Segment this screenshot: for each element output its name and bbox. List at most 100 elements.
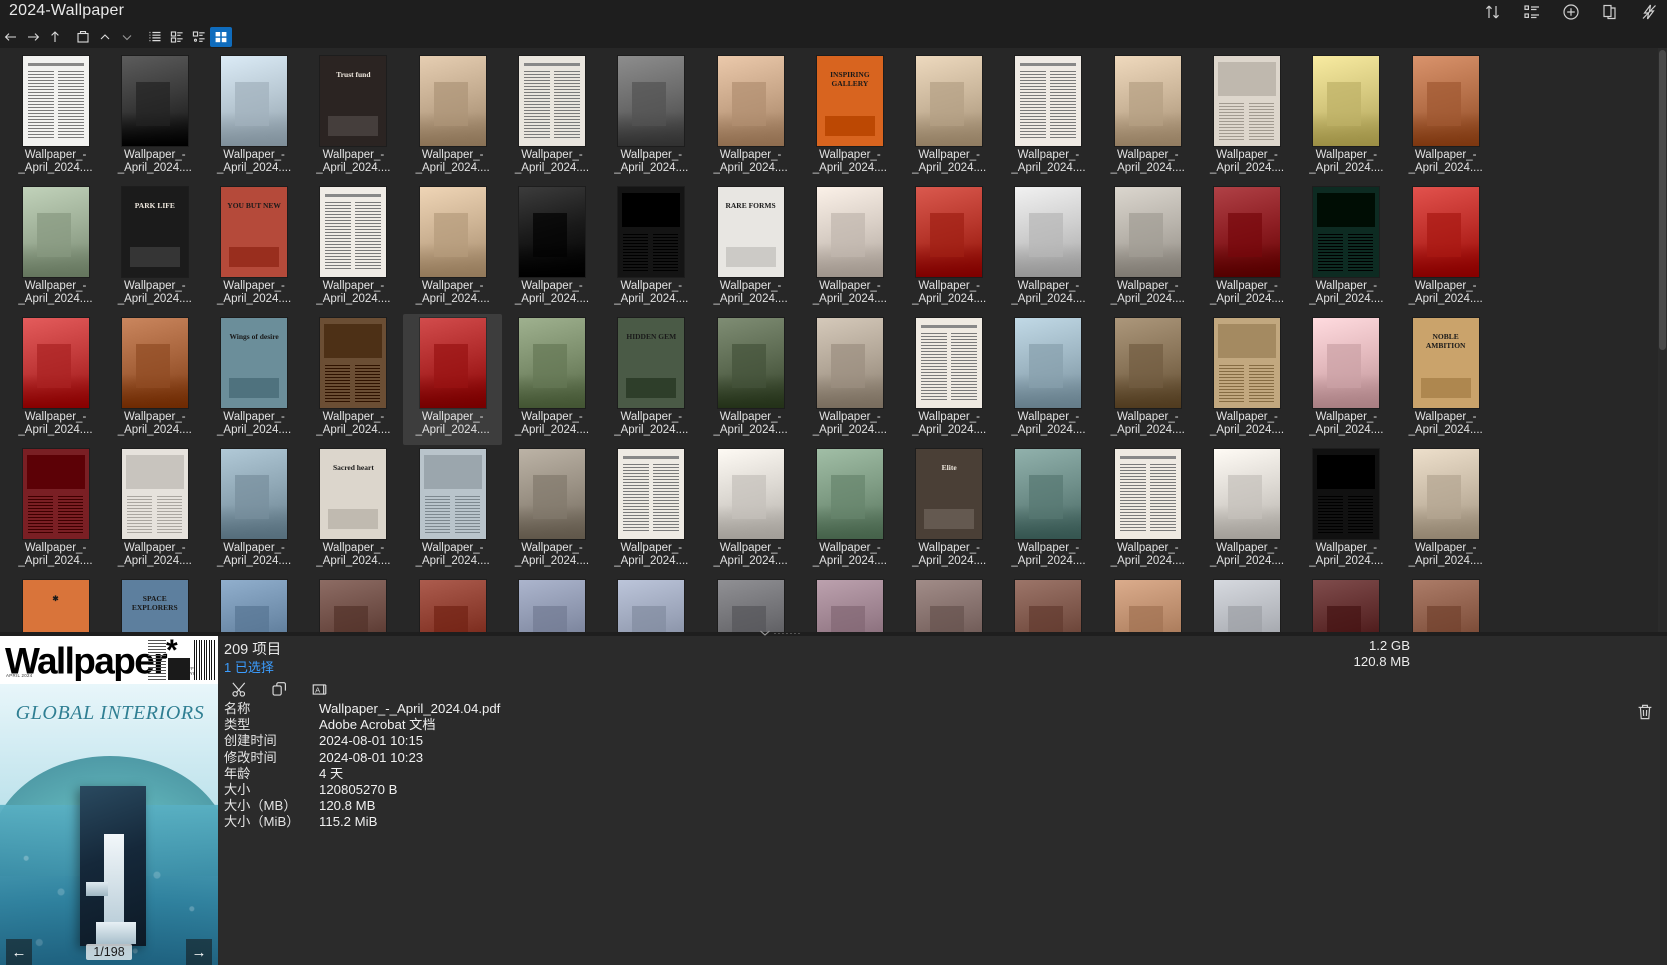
file-item[interactable]: Wallpaper_-_April_2024.... (105, 445, 204, 576)
file-item[interactable]: Wallpaper_-_April_2024.... (1297, 183, 1396, 314)
grid-scrollbar[interactable] (1658, 48, 1667, 632)
file-thumbnail[interactable] (1413, 56, 1479, 146)
file-item[interactable]: Wallpaper_-_April_2024.... (1396, 183, 1495, 314)
file-thumbnail[interactable] (1413, 449, 1479, 539)
file-thumbnail[interactable] (23, 56, 89, 146)
file-thumbnail[interactable] (1015, 56, 1081, 146)
file-thumbnail[interactable] (221, 56, 287, 146)
file-item[interactable]: Wallpaper_-_April_2024.... (1396, 445, 1495, 576)
file-thumbnail[interactable] (1313, 318, 1379, 408)
file-item[interactable]: PARK LIFEWallpaper_-_April_2024.... (105, 183, 204, 314)
file-thumbnail[interactable] (1115, 580, 1181, 632)
grid-scrollbar-thumb[interactable] (1659, 50, 1666, 350)
open-folder-button[interactable] (72, 27, 94, 47)
file-item[interactable]: HIDDEN GEMWallpaper_-_April_2024.... (602, 314, 701, 445)
file-thumbnail[interactable] (817, 187, 883, 277)
file-thumbnail[interactable] (122, 449, 188, 539)
file-thumbnail[interactable] (23, 318, 89, 408)
file-item[interactable]: Wallpaper_-_April_2024.... (1098, 445, 1197, 576)
file-item[interactable]: Wallpaper_-_April_2024.... (403, 52, 502, 183)
file-thumbnail[interactable] (618, 449, 684, 539)
file-item[interactable]: Wallpaper_-_April_2024.... (304, 183, 403, 314)
nav-back-button[interactable] (0, 27, 22, 47)
file-thumbnail[interactable] (1313, 56, 1379, 146)
file-thumbnail[interactable]: HIDDEN GEM (618, 318, 684, 408)
cut-button[interactable] (228, 678, 250, 700)
file-thumbnail[interactable] (320, 318, 386, 408)
file-thumbnail[interactable] (519, 187, 585, 277)
file-item[interactable]: Wallpaper_-_April_2024.... (900, 576, 999, 632)
file-thumbnail[interactable] (618, 187, 684, 277)
list-detail-icon[interactable] (1522, 2, 1542, 22)
file-item[interactable]: Wallpaper_-_April_2024.... (1098, 576, 1197, 632)
add-circle-icon[interactable] (1561, 2, 1581, 22)
file-item[interactable]: Wallpaper_-_April_2024.... (900, 314, 999, 445)
file-item[interactable]: Wallpaper_-_April_2024.... (1198, 576, 1297, 632)
preview-next-button[interactable]: → (186, 939, 212, 965)
file-item[interactable]: Wallpaper_-_April_2024.... (1297, 52, 1396, 183)
file-thumbnail[interactable] (320, 187, 386, 277)
file-thumbnail[interactable] (1313, 580, 1379, 632)
file-item[interactable]: Wallpaper_-_April_2024.... (205, 445, 304, 576)
file-thumbnail[interactable] (221, 449, 287, 539)
file-item[interactable]: Wallpaper_-_April_2024.... (602, 183, 701, 314)
file-item[interactable]: Wallpaper_-_April_2024.... (105, 52, 204, 183)
clipboard-icon[interactable] (1600, 2, 1620, 22)
file-thumbnail[interactable] (519, 318, 585, 408)
file-thumbnail[interactable] (122, 318, 188, 408)
file-item[interactable]: RARE FORMSWallpaper_-_April_2024.... (701, 183, 800, 314)
file-item[interactable]: Wallpaper_-_April_2024.... (6, 183, 105, 314)
file-thumbnail[interactable] (1015, 187, 1081, 277)
sort-icon[interactable] (1483, 2, 1503, 22)
file-thumbnail[interactable] (1313, 449, 1379, 539)
file-item[interactable]: Wallpaper_-_April_2024.... (602, 52, 701, 183)
file-item[interactable]: Wallpaper_-_April_2024.... (999, 576, 1098, 632)
file-item[interactable]: Wings of desireWallpaper_-_April_2024...… (205, 314, 304, 445)
file-item[interactable]: Wallpaper_-_April_2024.... (1297, 314, 1396, 445)
copy-button[interactable] (268, 678, 290, 700)
file-thumbnail[interactable] (519, 56, 585, 146)
file-item[interactable]: Wallpaper_-_April_2024.... (701, 314, 800, 445)
file-thumbnail[interactable] (817, 318, 883, 408)
file-item[interactable]: Wallpaper_-_April_2024.... (502, 445, 601, 576)
file-thumbnail[interactable]: Trust fund (320, 56, 386, 146)
file-thumbnail[interactable] (1214, 187, 1280, 277)
file-thumbnail[interactable]: PARK LIFE (122, 187, 188, 277)
file-item[interactable]: Wallpaper_-_April_2024.... (205, 576, 304, 632)
file-item[interactable]: Wallpaper_-_April_2024.... (6, 52, 105, 183)
file-thumbnail[interactable] (23, 449, 89, 539)
panel-split-handle[interactable]: ······· (745, 628, 815, 638)
file-thumbnail[interactable] (1115, 187, 1181, 277)
file-item[interactable]: Wallpaper_-_April_2024.... (6, 445, 105, 576)
view-details-button[interactable] (188, 27, 210, 47)
expand-down-button[interactable] (116, 27, 138, 47)
file-item[interactable]: Wallpaper_-_April_2024.... (403, 183, 502, 314)
file-item[interactable]: Wallpaper_-_April_2024.... (1198, 183, 1297, 314)
file-item[interactable]: Wallpaper_-_April_2024.... (502, 576, 601, 632)
file-thumbnail[interactable]: Elite (916, 449, 982, 539)
file-thumbnail[interactable] (519, 449, 585, 539)
file-item[interactable]: Wallpaper_-_April_2024.... (900, 183, 999, 314)
file-item[interactable]: Wallpaper_-_April_2024.... (205, 52, 304, 183)
file-thumbnail[interactable] (1214, 56, 1280, 146)
file-thumbnail[interactable]: ✱ (23, 580, 89, 632)
file-item[interactable]: Wallpaper_-_April_2024.... (800, 445, 899, 576)
trash-icon[interactable] (1635, 702, 1655, 722)
file-item[interactable]: Wallpaper_-_April_2024.... (900, 52, 999, 183)
file-thumbnail[interactable] (1413, 580, 1479, 632)
nav-forward-button[interactable] (22, 27, 44, 47)
file-thumbnail[interactable] (1313, 187, 1379, 277)
file-thumbnail[interactable] (1015, 318, 1081, 408)
file-thumbnail[interactable] (1115, 318, 1181, 408)
file-thumbnail[interactable] (221, 580, 287, 632)
file-thumbnail[interactable] (718, 449, 784, 539)
file-thumbnail[interactable] (320, 580, 386, 632)
file-item[interactable]: Wallpaper_-_April_2024.... (403, 576, 502, 632)
file-item[interactable]: Wallpaper_-_April_2024.... (1198, 445, 1297, 576)
collapse-up-button[interactable] (94, 27, 116, 47)
file-item[interactable]: Wallpaper_-_April_2024.... (502, 314, 601, 445)
file-item[interactable]: Wallpaper_-_April_2024.... (105, 314, 204, 445)
file-thumbnail[interactable] (916, 56, 982, 146)
file-grid-area[interactable]: Wallpaper_-_April_2024....Wallpaper_-_Ap… (0, 48, 1667, 632)
file-thumbnail[interactable] (1214, 318, 1280, 408)
